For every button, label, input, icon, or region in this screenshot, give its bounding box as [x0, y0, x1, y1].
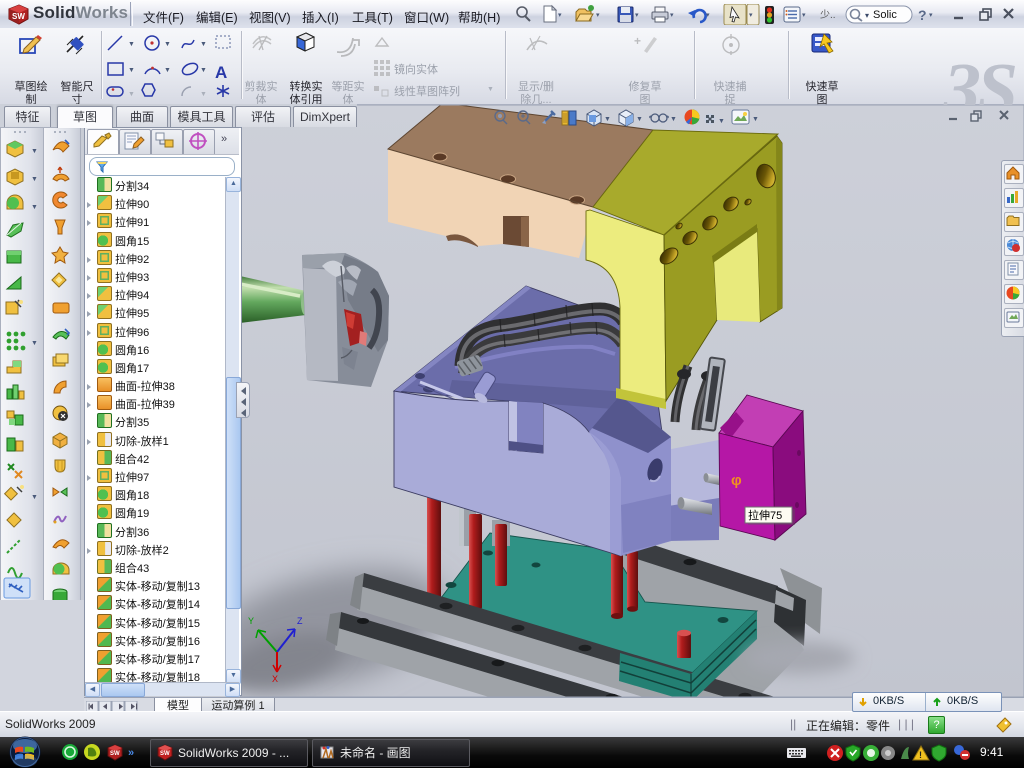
- svg-text:▼: ▼: [200, 41, 207, 48]
- svg-text:▾: ▾: [929, 12, 933, 19]
- svg-text:»: »: [128, 747, 134, 759]
- svg-text:▼: ▼: [752, 116, 759, 123]
- svg-text:▼: ▼: [604, 116, 611, 123]
- svg-text:▼: ▼: [31, 494, 38, 501]
- svg-text:▼: ▼: [164, 67, 171, 74]
- svg-text:A: A: [215, 63, 227, 82]
- svg-text:少..: 少..: [820, 9, 836, 21]
- svg-text:▼: ▼: [200, 67, 207, 74]
- svg-text:▾: ▾: [670, 12, 674, 19]
- svg-text:▼: ▼: [128, 41, 135, 48]
- svg-text:▼: ▼: [164, 41, 171, 48]
- svg-text:▾: ▾: [635, 12, 639, 19]
- svg-text:▾: ▾: [596, 12, 600, 19]
- svg-text:SW: SW: [12, 12, 25, 21]
- svg-text:▼: ▼: [128, 91, 135, 98]
- svg-text:Solic: Solic: [873, 9, 897, 21]
- svg-text:X: X: [272, 674, 278, 684]
- svg-text:▾: ▾: [749, 12, 753, 19]
- svg-text:▾: ▾: [865, 11, 869, 20]
- svg-text:?: ?: [918, 7, 927, 23]
- svg-text:▼: ▼: [31, 340, 38, 347]
- svg-text:SW: SW: [110, 751, 120, 757]
- svg-text:拉伸75: 拉伸75: [748, 508, 782, 522]
- svg-text:▾: ▾: [706, 12, 710, 19]
- svg-text:▼: ▼: [718, 118, 725, 125]
- svg-text:▼: ▼: [670, 116, 677, 123]
- svg-text:▼: ▼: [200, 91, 207, 98]
- svg-text:φ: φ: [731, 472, 742, 489]
- svg-text:▾: ▾: [802, 12, 806, 19]
- svg-text:+: +: [634, 34, 641, 48]
- svg-text:!: !: [919, 750, 922, 760]
- svg-text:▼: ▼: [31, 148, 38, 155]
- svg-text:▼: ▼: [31, 176, 38, 183]
- svg-text:▼: ▼: [128, 67, 135, 74]
- svg-text:▾: ▾: [558, 12, 562, 19]
- svg-text:Z: Z: [297, 616, 303, 626]
- svg-text:Y: Y: [248, 616, 254, 626]
- svg-text:▼: ▼: [31, 204, 38, 211]
- svg-text:SW: SW: [160, 751, 170, 757]
- svg-text:▼: ▼: [636, 116, 643, 123]
